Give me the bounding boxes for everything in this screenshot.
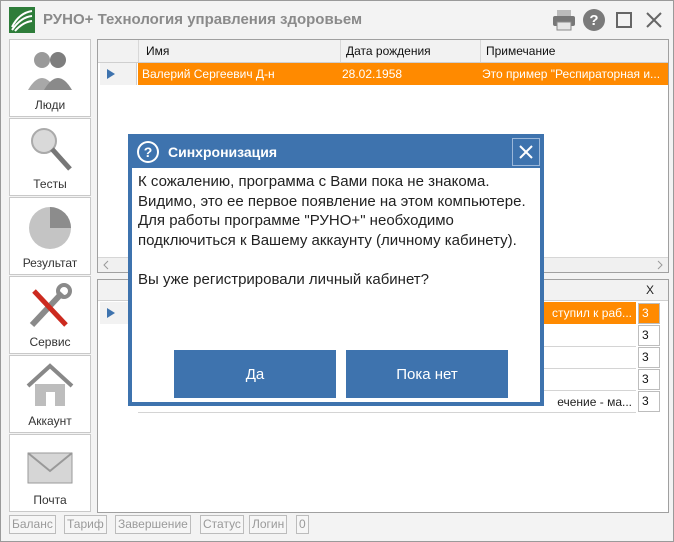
status-tariff: Тариф bbox=[64, 515, 107, 534]
scroll-left-icon[interactable] bbox=[101, 260, 111, 270]
home-icon bbox=[26, 363, 74, 406]
sidebar-item-mail[interactable]: Почта bbox=[9, 434, 91, 512]
svg-text:?: ? bbox=[589, 12, 598, 29]
column-header-name[interactable]: Имя bbox=[146, 44, 169, 58]
sidebar-item-service[interactable]: Сервис bbox=[9, 276, 91, 354]
yes-button[interactable]: Да bbox=[174, 350, 336, 398]
help-icon[interactable]: ? bbox=[581, 7, 607, 33]
cell-note: Это пример "Респираторная и... bbox=[482, 67, 661, 81]
dialog-message: К сожалению, программа с Вами пока не зн… bbox=[138, 173, 526, 288]
app-title: РУНО+ Технология управления здоровьем bbox=[43, 11, 363, 28]
row-pointer-icon bbox=[107, 69, 115, 79]
sidebar-item-account[interactable]: Аккаунт bbox=[9, 355, 91, 433]
sidebar-item-label: Почта bbox=[33, 493, 67, 507]
column-header-note[interactable]: Примечание bbox=[486, 44, 555, 58]
question-icon: ? bbox=[137, 141, 159, 163]
sidebar-item-results[interactable]: Результат bbox=[9, 197, 91, 275]
sidebar-item-label: Люди bbox=[34, 98, 66, 112]
column-header-x[interactable]: X bbox=[646, 283, 654, 297]
sidebar-item-tests[interactable]: Тесты bbox=[9, 118, 91, 196]
status-login: Логин bbox=[249, 515, 288, 534]
table-row[interactable]: Валерий Сергеевич Д-н 28.02.1958 Это при… bbox=[138, 63, 668, 85]
sync-dialog: ? Синхронизация К сожалению, программа с… bbox=[128, 134, 544, 406]
test-icon bbox=[31, 128, 72, 171]
column-header-birthdate[interactable]: Дата рождения bbox=[346, 44, 431, 58]
maximize-icon[interactable] bbox=[611, 7, 637, 33]
people-icon bbox=[28, 52, 72, 90]
tools-icon bbox=[29, 283, 72, 328]
status-balance: Баланс bbox=[9, 515, 56, 534]
row-indicator bbox=[100, 63, 137, 85]
dialog-title: Синхронизация bbox=[168, 144, 278, 160]
people-grid-header: Имя Дата рождения Примечание bbox=[98, 40, 668, 63]
row-pointer-icon bbox=[107, 308, 115, 318]
sidebar-item-label: Тесты bbox=[33, 177, 67, 191]
status-completion: Завершение bbox=[115, 515, 191, 534]
cell-x: 3 bbox=[638, 369, 660, 390]
cell-x: 3 bbox=[638, 325, 660, 346]
cell-name: Валерий Сергеевич Д-н bbox=[142, 67, 275, 81]
cell-x: 3 bbox=[638, 391, 660, 412]
cell-birthdate: 28.02.1958 bbox=[342, 67, 403, 81]
status-status: Статус bbox=[200, 515, 244, 534]
printer-icon[interactable] bbox=[551, 7, 577, 33]
svg-text:?: ? bbox=[144, 144, 153, 160]
cell-x: 3 bbox=[638, 303, 660, 324]
close-icon[interactable] bbox=[641, 7, 667, 33]
title-bar: РУНО+ Технология управления здоровьем ? bbox=[1, 1, 673, 39]
close-icon bbox=[519, 145, 533, 159]
sidebar-item-label: Сервис bbox=[29, 335, 71, 349]
cell-note: ступил к раб... bbox=[552, 306, 632, 320]
cell-x: 3 bbox=[638, 347, 660, 368]
sidebar-item-people[interactable]: Люди bbox=[9, 39, 91, 117]
scroll-right-icon[interactable] bbox=[655, 260, 665, 270]
status-counter: 0 bbox=[296, 515, 309, 534]
pie-chart-icon bbox=[29, 207, 71, 249]
dialog-body: К сожалению, программа с Вами пока не зн… bbox=[132, 168, 540, 402]
sidebar-item-label: Результат bbox=[22, 256, 78, 270]
mail-icon bbox=[27, 452, 73, 484]
app-logo-icon bbox=[9, 7, 35, 33]
cell-note: ечение - ма... bbox=[557, 395, 632, 409]
not-yet-button[interactable]: Пока нет bbox=[346, 350, 508, 398]
dialog-close-button[interactable] bbox=[512, 138, 540, 166]
sidebar-item-label: Аккаунт bbox=[28, 414, 72, 428]
